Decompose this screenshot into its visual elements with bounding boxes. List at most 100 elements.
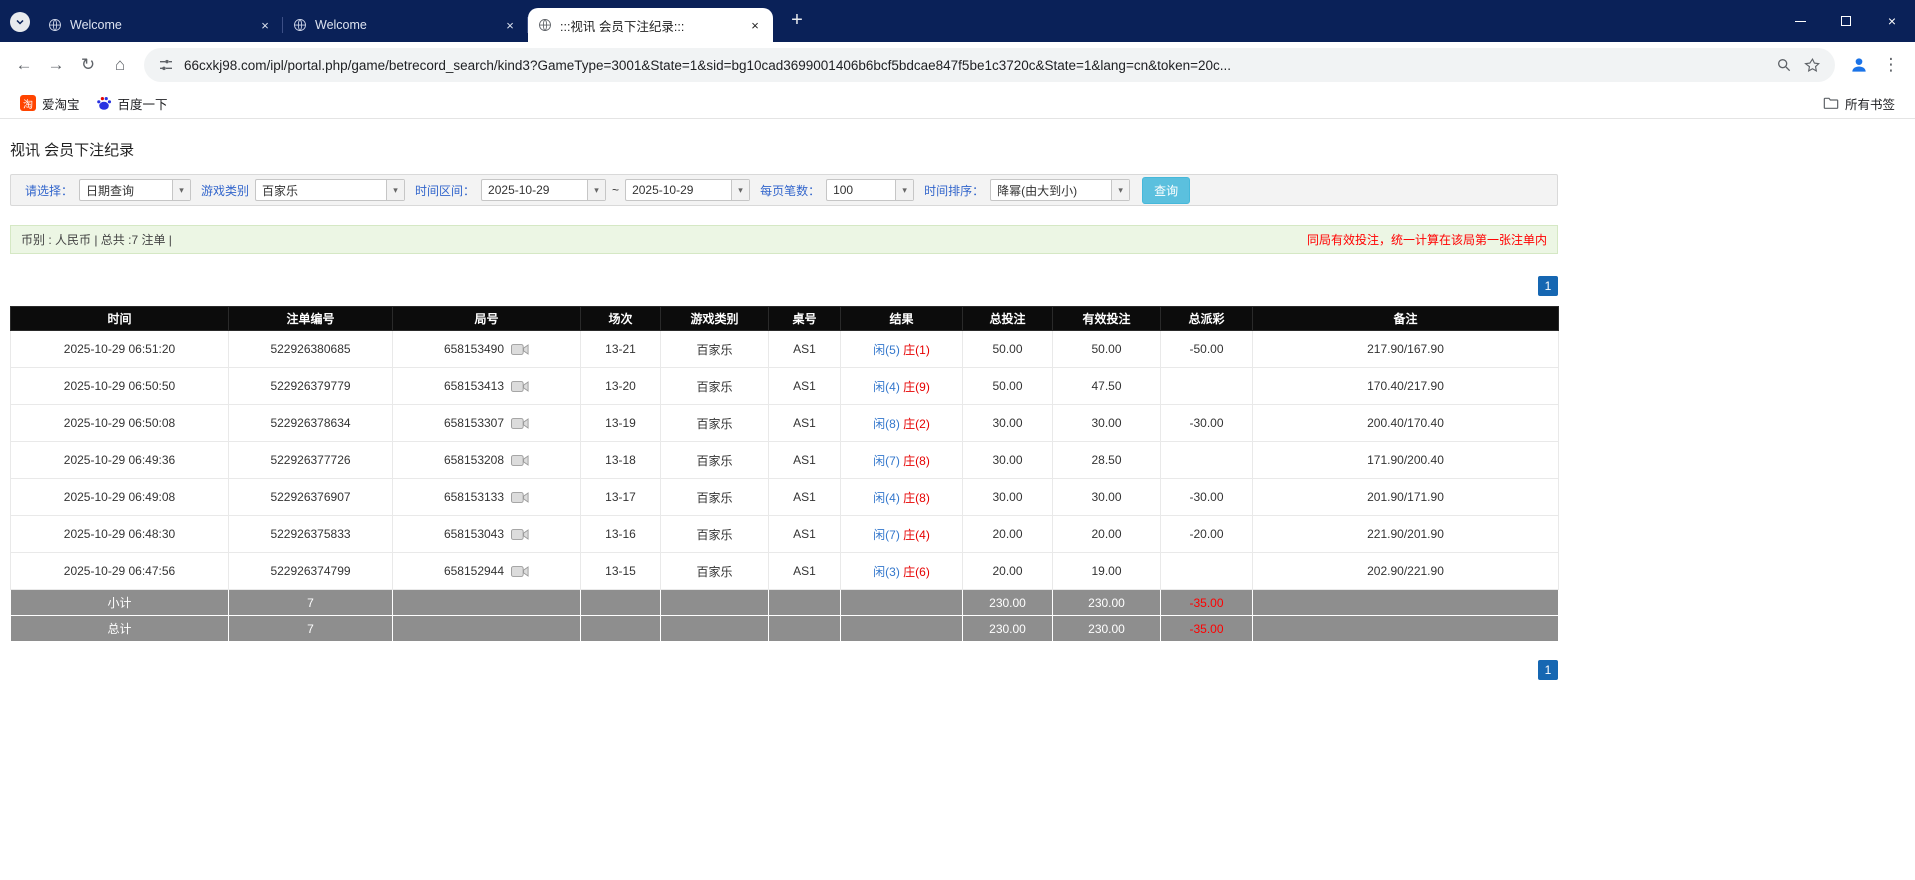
globe-icon: [48, 18, 62, 32]
close-icon[interactable]: ×: [502, 17, 518, 33]
site-settings-icon[interactable]: [158, 57, 174, 73]
query-button[interactable]: 查询: [1142, 176, 1191, 204]
video-replay-icon[interactable]: [511, 491, 529, 504]
round-number: 658153208: [443, 453, 505, 467]
bookmark-baidu[interactable]: 百度一下: [88, 91, 176, 116]
summary-bar: 币别 : 人民币 | 总共 :7 注单 | 同局有效投注，统一计算在该局第一张注…: [10, 225, 1558, 254]
cell-result: 闲(8) 庄(2): [840, 404, 963, 442]
profile-avatar-icon[interactable]: [1843, 49, 1875, 81]
window-close-button[interactable]: ×: [1869, 0, 1915, 42]
chevron-down-icon[interactable]: ▾: [386, 180, 405, 200]
cell-round: 658153043: [392, 515, 581, 553]
video-replay-icon[interactable]: [511, 380, 529, 393]
cell-round: 658153133: [392, 478, 581, 516]
cell-total-bet[interactable]: 20.00: [962, 552, 1053, 590]
cell-bet-id: 522926380685: [228, 330, 393, 368]
cell-total-bet[interactable]: 30.00: [962, 404, 1053, 442]
result-player: 闲(3): [873, 564, 900, 579]
menu-icon[interactable]: ⋮: [1875, 49, 1907, 81]
all-bookmarks-button[interactable]: 所有书签: [1815, 91, 1903, 116]
result-banker: 庄(8): [903, 490, 930, 505]
cell-valid-bet: 28.50: [1052, 441, 1161, 479]
cell-bet-id: 522926379779: [228, 367, 393, 405]
cell-payout: -30.00: [1160, 404, 1253, 442]
cell-total-bet[interactable]: 50.00: [962, 367, 1053, 405]
chevron-down-icon[interactable]: ▾: [731, 180, 750, 200]
subtotal-row: 小计 7 230.00 230.00 -35.00: [10, 589, 1559, 616]
url-text[interactable]: 66cxkj98.com/ipl/portal.php/game/betreco…: [184, 58, 1764, 73]
cell-total-bet[interactable]: 20.00: [962, 515, 1053, 553]
baidu-paw-icon: [96, 95, 112, 111]
reload-button[interactable]: ↻: [72, 49, 104, 81]
all-bookmarks-label: 所有书签: [1844, 97, 1895, 112]
page-1-button[interactable]: 1: [1538, 276, 1558, 296]
close-icon[interactable]: ×: [747, 17, 763, 33]
home-button[interactable]: ⌂: [104, 49, 136, 81]
browser-toolbar: ← → ↻ ⌂ 66cxkj98.com/ipl/portal.php/game…: [0, 42, 1915, 88]
result-banker: 庄(4): [903, 527, 930, 542]
video-replay-icon[interactable]: [511, 454, 529, 467]
query-type-select[interactable]: 日期查询 ▾: [79, 179, 192, 201]
chevron-down-icon[interactable]: ▾: [587, 180, 606, 200]
video-replay-icon[interactable]: [511, 565, 529, 578]
bookmark-aitaobao[interactable]: 淘 爱淘宝: [12, 91, 88, 116]
video-replay-icon[interactable]: [511, 528, 529, 541]
close-icon[interactable]: ×: [257, 17, 273, 33]
result-banker: 庄(9): [903, 379, 930, 394]
cell-valid-bet: 50.00: [1052, 330, 1161, 368]
back-button[interactable]: ←: [8, 49, 40, 81]
page-content: 视讯 会员下注纪录 请选择： 日期查询 ▾ 游戏类别 百家乐 ▾ 时间区间： 2…: [0, 139, 1915, 680]
tab-betrecord-active[interactable]: :::视讯 会员下注纪录::: ×: [528, 8, 773, 42]
cell-time: 2025-10-29 06:49:36: [10, 441, 229, 479]
cell-payout: [1160, 441, 1253, 479]
page-1-button[interactable]: 1: [1538, 660, 1558, 680]
cell-valid-bet: 20.00: [1052, 515, 1161, 553]
video-replay-icon[interactable]: [511, 343, 529, 356]
cell-valid-bet: 30.00: [1052, 404, 1161, 442]
chevron-down-icon[interactable]: ▾: [895, 180, 914, 200]
tab-search-icon[interactable]: [10, 12, 30, 32]
cell-payout: [1160, 367, 1253, 405]
cell-session: 13-15: [580, 552, 661, 590]
cell-time: 2025-10-29 06:50:50: [10, 367, 229, 405]
cell-game-type: 百家乐: [660, 330, 769, 368]
cell-result: 闲(7) 庄(8): [840, 441, 963, 479]
chevron-down-icon[interactable]: ▾: [172, 180, 191, 200]
new-tab-button[interactable]: +: [783, 6, 811, 34]
video-replay-icon[interactable]: [511, 417, 529, 430]
cell-bet-id: 522926378634: [228, 404, 393, 442]
page-size-label: 每页笔数：: [760, 183, 821, 198]
cell-total-bet[interactable]: 30.00: [962, 441, 1053, 479]
game-type-label: 游戏类别: [201, 183, 250, 198]
cell-time: 2025-10-29 06:48:30: [10, 515, 229, 553]
minimize-icon: [1794, 20, 1806, 22]
date-to-select[interactable]: 2025-10-29 ▾: [625, 179, 751, 201]
round-number: 658153413: [443, 379, 505, 393]
cell-session: 13-16: [580, 515, 661, 553]
address-bar[interactable]: 66cxkj98.com/ipl/portal.php/game/betreco…: [144, 48, 1835, 82]
cell-total-bet[interactable]: 50.00: [962, 330, 1053, 368]
round-number: 658153133: [443, 490, 505, 504]
chevron-down-icon[interactable]: ▾: [1111, 180, 1130, 200]
cell-time: 2025-10-29 06:47:56: [10, 552, 229, 590]
cell-bet-id: 522926375833: [228, 515, 393, 553]
sort-order-select[interactable]: 降幂(由大到小) ▾: [990, 179, 1131, 201]
bookmark-star-icon[interactable]: [1804, 57, 1821, 74]
date-from-select[interactable]: 2025-10-29 ▾: [481, 179, 607, 201]
forward-button[interactable]: →: [40, 49, 72, 81]
date-to-value: 2025-10-29: [632, 183, 694, 197]
zoom-icon[interactable]: [1776, 57, 1792, 73]
cell-total-bet[interactable]: 30.00: [962, 478, 1053, 516]
tab-welcome-1[interactable]: Welcome ×: [38, 8, 283, 42]
total-row: 总计 7 230.00 230.00 -35.00: [10, 615, 1559, 642]
cell-game-type: 百家乐: [660, 404, 769, 442]
tab-welcome-2[interactable]: Welcome ×: [283, 8, 528, 42]
cell-table-no: AS1: [768, 515, 841, 553]
maximize-button[interactable]: [1823, 0, 1869, 42]
minimize-button[interactable]: [1777, 0, 1823, 42]
cell-round: 658153208: [392, 441, 581, 479]
table-body: 2025-10-29 06:51:20 522926380685 6581534…: [10, 330, 1559, 590]
page-size-select[interactable]: 100 ▾: [826, 179, 915, 201]
game-type-select[interactable]: 百家乐 ▾: [255, 179, 406, 201]
cell-payout: -50.00: [1160, 330, 1253, 368]
